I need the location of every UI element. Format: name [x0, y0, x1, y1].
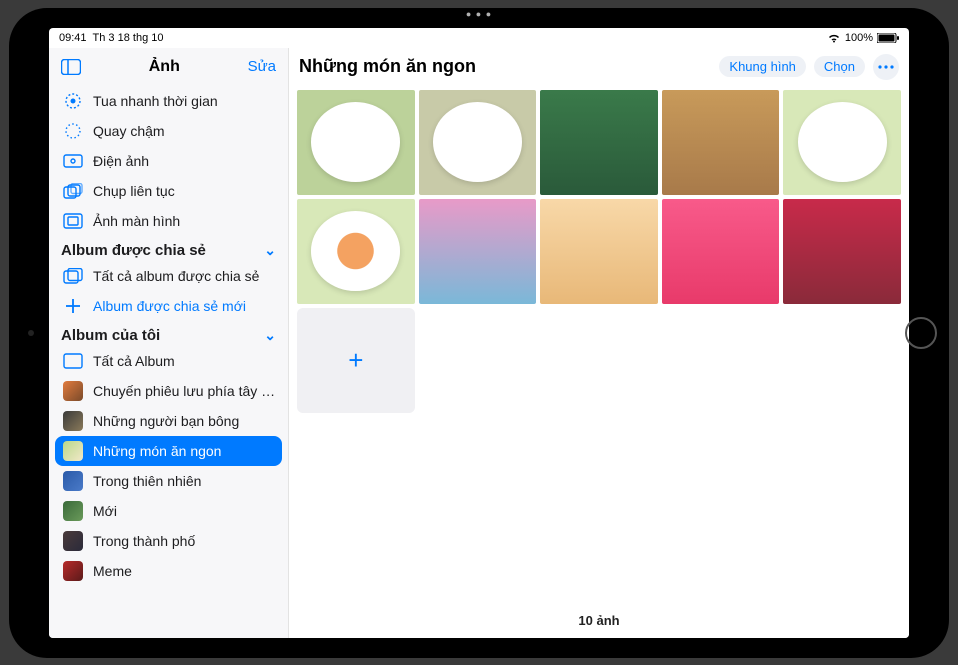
cinematic-icon — [63, 151, 83, 171]
add-photo-tile[interactable]: + — [297, 308, 415, 413]
sidebar-item-slomo[interactable]: Quay chậm — [49, 116, 288, 146]
sidebar-item-cinematic[interactable]: Điện ảnh — [49, 146, 288, 176]
select-button[interactable]: Chọn — [814, 56, 865, 77]
sidebar-toggle-icon[interactable] — [61, 58, 81, 76]
sidebar-item-burst[interactable]: Chụp liên tục — [49, 176, 288, 206]
sidebar-item-screenshots[interactable]: Ảnh màn hình — [49, 206, 288, 236]
status-bar: 09:41 Th 3 18 thg 10 ● ● ● 100% — [49, 28, 909, 48]
sidebar-item-label: Tất cả album được chia sẻ — [93, 268, 259, 284]
app-content: Ảnh Sửa Tua nhanh thời gian Qua — [49, 48, 909, 638]
album-thumb — [63, 471, 83, 491]
screenshot-icon — [63, 211, 83, 231]
sidebar-item-label: Trong thiên nhiên — [93, 473, 201, 489]
slomo-icon — [63, 121, 83, 141]
burst-icon — [63, 181, 83, 201]
sidebar-item-album-new[interactable]: Mới — [49, 496, 288, 526]
sidebar-item-label: Meme — [93, 563, 132, 579]
sidebar-item-label: Trong thành phố — [93, 533, 195, 549]
sidebar-item-label: Điện ảnh — [93, 153, 149, 169]
album-thumb — [63, 381, 83, 401]
sidebar-item-label: Album được chia sẻ mới — [93, 298, 246, 314]
section-label: Album của tôi — [61, 327, 160, 344]
album-thumb — [63, 441, 83, 461]
photo-thumbnail[interactable] — [419, 90, 537, 195]
chevron-down-icon: ⌄ — [264, 242, 276, 259]
sidebar-item-label: Tất cả Album — [93, 353, 175, 369]
photo-count: 10 ảnh — [289, 605, 909, 638]
sidebar-item-album-food[interactable]: Những món ăn ngon — [55, 436, 282, 466]
status-date: Th 3 18 thg 10 — [93, 32, 164, 44]
wifi-icon — [827, 33, 841, 43]
sidebar-item-album-city[interactable]: Trong thành phố — [49, 526, 288, 556]
sidebar-item-all-albums[interactable]: Tất cả Album — [49, 346, 288, 376]
sidebar-title: Ảnh — [149, 58, 180, 76]
sidebar-item-label: Chuyến phiêu lưu phía tây nam — [93, 383, 276, 399]
sidebar-item-label: Ảnh màn hình — [93, 213, 180, 229]
photo-thumbnail[interactable] — [297, 90, 415, 195]
home-button[interactable] — [905, 317, 937, 349]
album-thumb — [63, 561, 83, 581]
status-time: 09:41 — [59, 32, 87, 44]
sidebar-item-label: Những món ăn ngon — [93, 443, 221, 459]
albums-icon — [63, 351, 83, 371]
slideshow-button[interactable]: Khung hình — [719, 56, 806, 77]
ipad-frame: 09:41 Th 3 18 thg 10 ● ● ● 100% — [9, 8, 949, 658]
sidebar: Ảnh Sửa Tua nhanh thời gian Qua — [49, 48, 289, 638]
section-label: Album được chia sẻ — [61, 242, 206, 259]
sidebar-header: Ảnh Sửa — [49, 48, 288, 86]
battery-icon — [877, 33, 899, 43]
plus-icon: + — [348, 345, 363, 376]
sidebar-section-shared[interactable]: Album được chia sẻ ⌄ — [49, 236, 288, 261]
sidebar-edit-button[interactable]: Sửa — [248, 58, 276, 75]
photo-thumbnail[interactable] — [662, 199, 780, 304]
sidebar-item-label: Chụp liên tục — [93, 183, 175, 199]
screen: 09:41 Th 3 18 thg 10 ● ● ● 100% — [49, 28, 909, 638]
album-thumb — [63, 501, 83, 521]
photo-thumbnail[interactable] — [662, 90, 780, 195]
sidebar-item-label: Quay chậm — [93, 123, 165, 139]
shared-albums-icon — [63, 266, 83, 286]
sidebar-scroll[interactable]: Tua nhanh thời gian Quay chậm Điện ảnh — [49, 86, 288, 638]
sidebar-item-album-meme[interactable]: Meme — [49, 556, 288, 586]
battery-percent: 100% — [845, 32, 873, 44]
sidebar-item-album-nature[interactable]: Trong thiên nhiên — [49, 466, 288, 496]
photo-thumbnail[interactable] — [540, 90, 658, 195]
chevron-down-icon: ⌄ — [264, 327, 276, 344]
photo-thumbnail[interactable] — [783, 90, 901, 195]
main-panel: Những món ăn ngon Khung hình Chọn — [289, 48, 909, 638]
sidebar-item-label: Những người bạn bông — [93, 413, 239, 429]
sidebar-section-my-albums[interactable]: Album của tôi ⌄ — [49, 321, 288, 346]
sidebar-item-label: Tua nhanh thời gian — [93, 93, 218, 109]
sidebar-item-all-shared[interactable]: Tất cả album được chia sẻ — [49, 261, 288, 291]
album-thumb — [63, 531, 83, 551]
photo-thumbnail[interactable] — [783, 199, 901, 304]
sidebar-item-album-fluffy[interactable]: Những người bạn bông — [49, 406, 288, 436]
plus-icon — [63, 296, 83, 316]
sidebar-item-timelapse[interactable]: Tua nhanh thời gian — [49, 86, 288, 116]
photo-thumbnail[interactable] — [419, 199, 537, 304]
more-button[interactable] — [873, 54, 899, 80]
main-header: Những món ăn ngon Khung hình Chọn — [289, 48, 909, 86]
photo-thumbnail[interactable] — [540, 199, 658, 304]
sidebar-item-new-shared[interactable]: Album được chia sẻ mới — [49, 291, 288, 321]
sidebar-item-label: Mới — [93, 503, 117, 519]
front-camera — [28, 330, 34, 336]
album-thumb — [63, 411, 83, 431]
album-title: Những món ăn ngon — [299, 56, 711, 77]
photo-grid: + — [289, 86, 909, 605]
ellipsis-icon — [878, 65, 894, 69]
sidebar-item-album-southwest[interactable]: Chuyến phiêu lưu phía tây nam — [49, 376, 288, 406]
timelapse-icon — [63, 91, 83, 111]
photo-thumbnail[interactable] — [297, 199, 415, 304]
